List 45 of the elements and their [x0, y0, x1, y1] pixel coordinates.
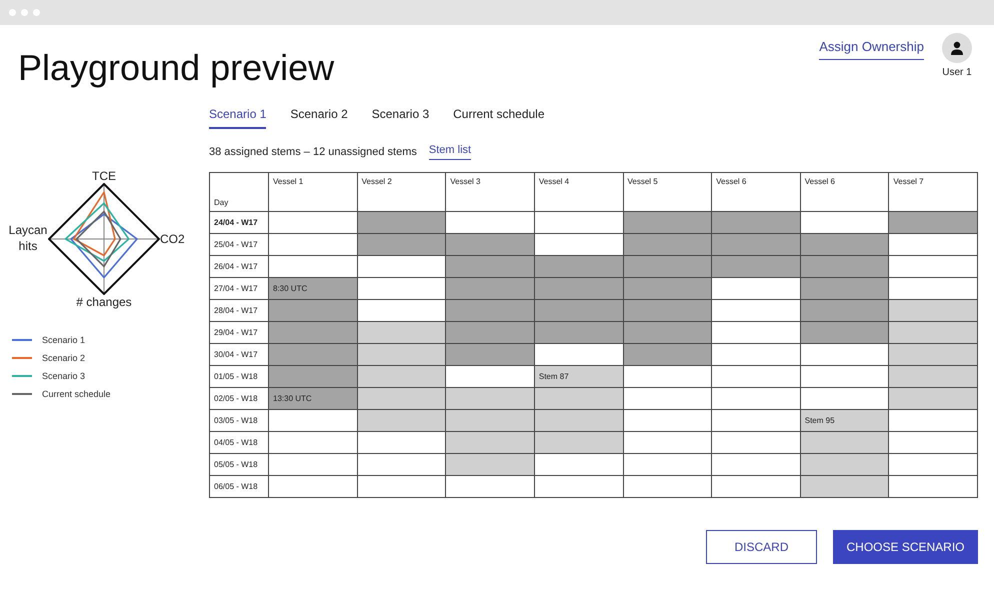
axis-label: # changes: [76, 295, 132, 309]
day-cell: 02/05 - W18: [210, 388, 268, 410]
axis-label: TCE: [92, 169, 116, 183]
window-dot-icon[interactable]: [9, 9, 16, 16]
booked-cell: 8:30 UTC: [268, 278, 358, 300]
stems-summary: 38 assigned stems – 12 unassigned stems: [209, 146, 417, 158]
axis-label: Laycan hits: [8, 223, 48, 255]
axis-label: CO2: [160, 232, 186, 246]
assign-ownership-link[interactable]: Assign Ownership: [819, 39, 924, 60]
scenario-tab[interactable]: Scenario 2: [290, 104, 348, 129]
column-header: Vessel 3: [446, 172, 534, 212]
discard-button[interactable]: DISCARD: [706, 530, 817, 564]
column-header: Vessel 1: [268, 172, 358, 212]
window-dot-icon[interactable]: [33, 9, 40, 16]
day-cell: 28/04 - W17: [210, 300, 268, 322]
scenario-tab[interactable]: Scenario 3: [372, 104, 430, 129]
legend-label: Scenario 2: [42, 353, 86, 363]
day-cell: 01/05 - W18: [210, 366, 268, 388]
day-cell: 29/04 - W17: [210, 322, 268, 344]
day-cell: 25/04 - W17: [210, 234, 268, 256]
scenario-tab[interactable]: Scenario 1: [209, 104, 266, 129]
day-cell: 05/05 - W18: [210, 454, 268, 476]
day-cell: 26/04 - W17: [210, 256, 268, 278]
user-avatar-icon[interactable]: [942, 33, 972, 63]
day-cell: 06/05 - W18: [210, 476, 268, 498]
booked-cell: Stem 95: [800, 410, 889, 432]
day-cell: 30/04 - W17: [210, 344, 268, 366]
column-header: Vessel 4: [534, 172, 623, 212]
day-cell: 03/05 - W18: [210, 410, 268, 432]
page-title: Playground preview: [18, 47, 334, 90]
day-cell: 24/04 - W17: [210, 212, 268, 234]
window-dot-icon[interactable]: [21, 9, 28, 16]
day-cell: 04/05 - W18: [210, 432, 268, 454]
legend-label: Current schedule: [42, 389, 111, 399]
day-cell: 27/04 - W17: [210, 278, 268, 300]
choose-scenario-button[interactable]: CHOOSE SCENARIO: [833, 530, 978, 564]
legend-label: Scenario 1: [42, 335, 86, 345]
booked-cell: 13:30 UTC: [268, 388, 358, 410]
scenario-tab[interactable]: Current schedule: [453, 104, 545, 129]
column-header: Vessel 6: [800, 172, 889, 212]
user-name: User 1: [942, 67, 972, 78]
legend-label: Scenario 3: [42, 371, 86, 381]
stem-list-link[interactable]: Stem list: [428, 144, 472, 160]
column-header: Day: [210, 172, 268, 212]
booked-cell: Stem 87: [534, 366, 623, 388]
